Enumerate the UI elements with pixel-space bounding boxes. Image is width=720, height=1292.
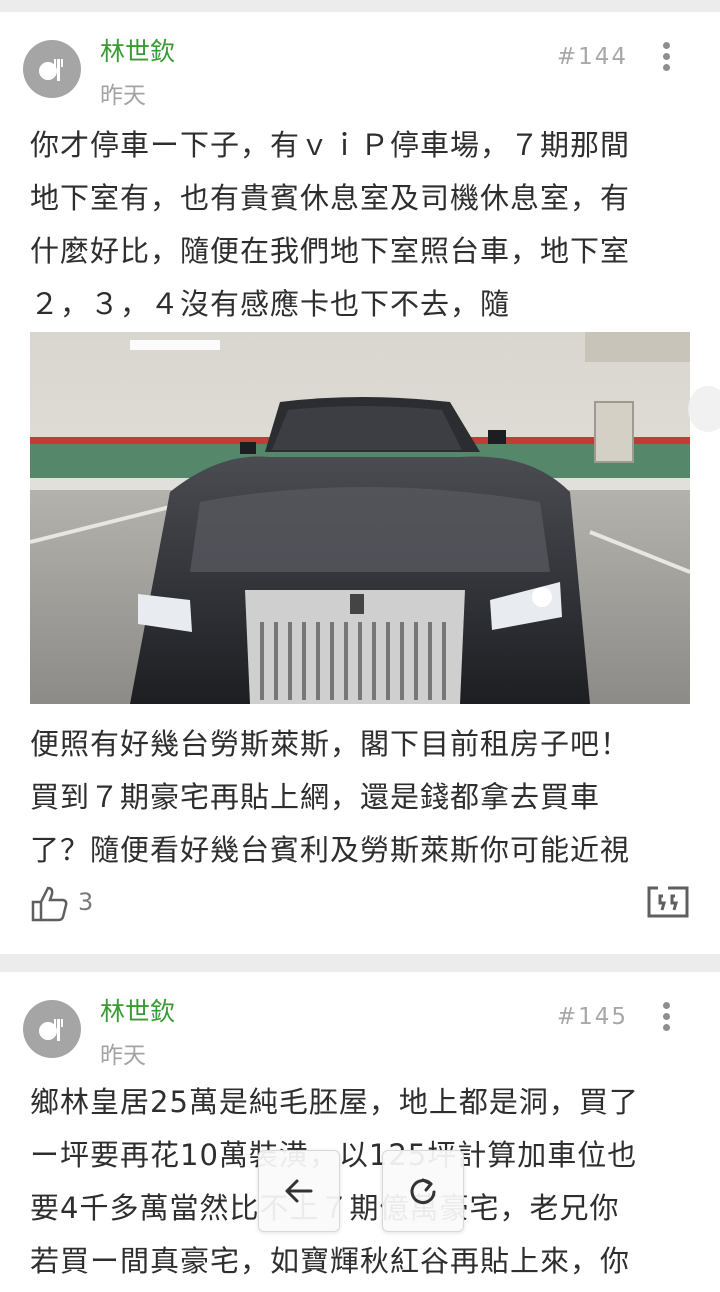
refresh-button[interactable] (382, 1150, 464, 1232)
floor-number: #145 (556, 1004, 628, 1030)
post-text: 你才停車ー下子，有ｖｉＰ停車場，７期那間 地下室有，也有貴賓休息室及司機休息室，… (30, 128, 631, 321)
like-count: 3 (78, 888, 94, 916)
avatar[interactable] (23, 40, 81, 98)
scroll-handle[interactable] (688, 386, 720, 432)
author-name[interactable]: 林世欽 (100, 992, 175, 1028)
rolls-royce-photo[interactable] (30, 332, 690, 704)
avatar[interactable] (23, 1000, 81, 1058)
post-card: 林世欽 昨天 #145 鄉林皇居25萬是純毛胚屋，地上都是洞，買了 ー坪要再花1… (0, 972, 720, 1292)
author-name[interactable]: 林世欽 (100, 32, 175, 68)
post-card: 林世欽 昨天 #144 你才停車ー下子，有ｖｉＰ停車場，７期那間 地下室有，也有… (0, 12, 720, 954)
floor-number: #144 (556, 44, 628, 70)
post-date: 昨天 (100, 83, 146, 109)
avatar-placeholder-icon (39, 1019, 63, 1041)
refresh-icon (410, 1178, 436, 1205)
thumbs-up-icon[interactable] (30, 884, 70, 924)
post-text-continued: 便照有好幾台勞斯萊斯，閣下目前租房子吧！ 買到７期豪宅再貼上網，還是錢都拿去買車… (30, 727, 631, 867)
back-button[interactable] (258, 1150, 340, 1232)
arrow-left-icon (285, 1179, 313, 1203)
more-options-icon[interactable] (656, 42, 676, 72)
post-text: 鄉林皇居25萬是純毛胚屋，地上都是洞，買了 ー坪要再花10萬裝潢，以125坪計算… (30, 1085, 639, 1278)
avatar-placeholder-icon (39, 59, 63, 81)
quote-reply-icon[interactable] (646, 880, 690, 920)
post-date: 昨天 (100, 1043, 146, 1069)
more-options-icon[interactable] (656, 1002, 676, 1032)
